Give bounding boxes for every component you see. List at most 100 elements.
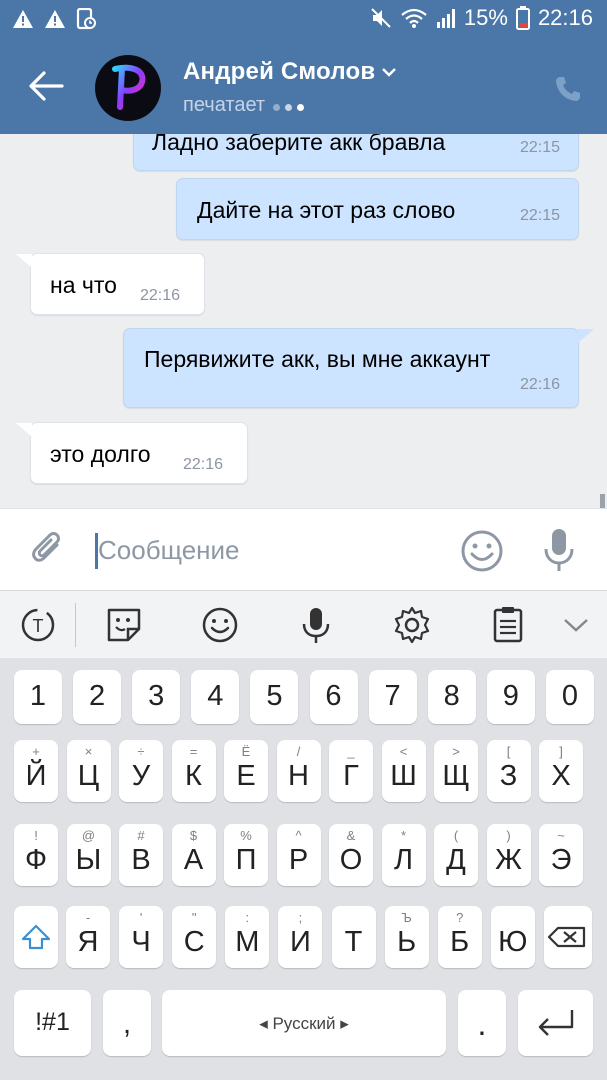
key-hint: # — [137, 828, 145, 843]
key-letter[interactable]: ] Х — [539, 740, 583, 802]
key-letter[interactable]: % П — [224, 824, 268, 886]
scrollbar[interactable] — [600, 494, 605, 508]
sticker-icon[interactable] — [104, 605, 144, 645]
key-hint: ' — [139, 910, 143, 925]
key-letter[interactable]: / Н — [276, 740, 321, 802]
emoji-icon[interactable] — [460, 529, 504, 573]
key-hint: * — [400, 828, 407, 843]
key-letter[interactable]: = К — [171, 740, 216, 802]
key-letter[interactable]: :М — [225, 906, 270, 968]
key-hint: ~ — [557, 828, 565, 843]
message-time: 22:16 — [519, 376, 560, 393]
key-letter[interactable]: _ Г — [329, 740, 373, 802]
key-label: Ж — [495, 844, 522, 876]
key-letter[interactable]: Т — [331, 906, 376, 968]
emoji-icon[interactable] — [200, 605, 240, 645]
message-time: 22:15 — [519, 139, 560, 156]
key-number[interactable]: 5 — [250, 670, 299, 724]
key-letter[interactable]: ! Ф — [14, 824, 58, 886]
key-letter[interactable]: ~ Э — [539, 824, 583, 886]
comma-key[interactable]: , — [103, 990, 151, 1056]
right-arrow-icon: ▸ — [335, 1014, 349, 1033]
contact-name[interactable]: Андрей Смолов — [183, 58, 397, 86]
key-letter[interactable]: $ А — [171, 824, 216, 886]
key-letter[interactable]: ; И — [278, 906, 323, 968]
key-label: А — [183, 844, 204, 876]
key-letter[interactable]: < Ш — [381, 740, 426, 802]
message-bubble-incoming[interactable]: это долго 22:16 — [16, 422, 248, 484]
avatar[interactable] — [95, 55, 161, 121]
key-number[interactable]: 8 — [427, 670, 476, 724]
key-letter[interactable]: ÷ У — [119, 740, 163, 802]
message-bubble-outgoing[interactable]: Дайте на этот раз слово 22:15 — [176, 178, 579, 240]
message-list[interactable]: Ладно заберите акк бравла 22:15 Дайте на… — [0, 134, 607, 508]
enter-key[interactable] — [518, 990, 593, 1056]
key-letter[interactable]: * Л — [381, 824, 426, 886]
key-label: , — [122, 1008, 132, 1040]
key-number[interactable]: 9 — [486, 670, 535, 724]
key-letter[interactable]: " С — [172, 906, 217, 968]
symbols-key[interactable]: !#1 — [14, 990, 91, 1056]
key-label: Ь — [397, 926, 417, 958]
key-label: 6 — [325, 680, 342, 712]
chevron-down-icon[interactable] — [556, 605, 596, 645]
key-label: 0 — [561, 680, 578, 712]
back-arrow-icon[interactable] — [28, 70, 64, 102]
key-letter[interactable]: ? Б — [437, 906, 482, 968]
key-label: 2 — [89, 680, 106, 712]
key-letter[interactable]: + Й — [14, 740, 58, 802]
message-bubble-incoming[interactable]: на что 22:16 — [16, 253, 205, 315]
key-number[interactable]: 0 — [545, 670, 594, 724]
message-input[interactable]: Сообщение — [98, 535, 240, 566]
key-label: Н — [288, 760, 309, 792]
key-label: И — [289, 926, 311, 958]
message-bubble-outgoing[interactable]: Перявижите акк, вы мне аккаунт 22:16 — [123, 328, 594, 408]
space-bar[interactable]: ◂ Русский ▸ — [162, 990, 446, 1056]
key-letter[interactable]: & О — [329, 824, 373, 886]
typing-status: печатает — [183, 94, 309, 117]
key-letter[interactable]: ЪЬ — [384, 906, 429, 968]
key-label: 9 — [502, 680, 519, 712]
battery-percent: 15% — [463, 5, 508, 30]
chat-header: Андрей Смолов печатает — [0, 38, 607, 134]
translate-icon[interactable]: T — [18, 605, 58, 645]
key-hint: % — [240, 828, 252, 843]
key-number[interactable]: 7 — [368, 670, 417, 724]
paperclip-icon[interactable] — [30, 531, 66, 571]
key-letter[interactable]: # В — [119, 824, 163, 886]
mute-icon — [371, 8, 391, 28]
message-time: 22:15 — [519, 207, 560, 224]
svg-text:T: T — [33, 616, 44, 636]
key-hint: ( — [453, 828, 459, 843]
key-letter[interactable]: -Я — [66, 906, 110, 968]
clipboard-icon[interactable] — [488, 605, 528, 645]
voice-input-icon[interactable] — [296, 605, 336, 645]
message-bubble-outgoing[interactable]: Ладно заберите акк бравла 22:15 — [133, 134, 579, 171]
key-label: Х — [551, 760, 571, 792]
key-letter[interactable]: > Щ — [434, 740, 478, 802]
key-number[interactable]: 6 — [309, 670, 358, 724]
key-number[interactable]: 4 — [191, 670, 240, 724]
backspace-key[interactable] — [544, 906, 592, 968]
settings-gear-icon[interactable] — [392, 605, 432, 645]
key-number[interactable]: 1 — [14, 670, 62, 724]
key-letter[interactable]: ' Ч — [119, 906, 164, 968]
key-letter[interactable]: ) Ж — [486, 824, 531, 886]
key-letter[interactable]: @ Ы — [66, 824, 111, 886]
key-letter[interactable]: Ю — [490, 906, 535, 968]
key-hint: [ — [506, 744, 511, 759]
period-key[interactable]: . — [458, 990, 506, 1056]
key-letter[interactable]: × Ц — [66, 740, 111, 802]
key-letter[interactable]: ^ Р — [276, 824, 321, 886]
phone-call-icon[interactable] — [553, 74, 583, 104]
key-hint: ; — [298, 910, 303, 925]
shift-key[interactable] — [14, 906, 58, 968]
key-number[interactable]: 3 — [132, 670, 181, 724]
key-number[interactable]: 2 — [73, 670, 122, 724]
key-letter[interactable]: ЁЕ — [224, 740, 268, 802]
message-time: 22:16 — [140, 287, 181, 304]
microphone-icon[interactable] — [542, 527, 576, 573]
key-hint: Ъ — [401, 910, 412, 925]
key-letter[interactable]: (Д — [434, 824, 478, 886]
key-letter[interactable]: [З — [486, 740, 531, 802]
